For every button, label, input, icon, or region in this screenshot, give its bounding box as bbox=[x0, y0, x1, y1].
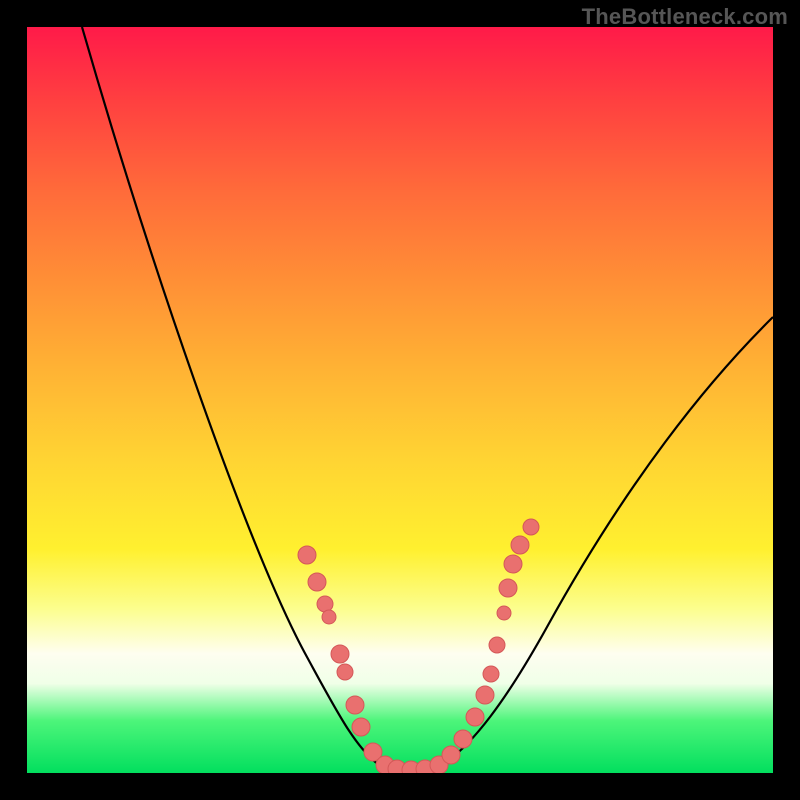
data-point bbox=[483, 666, 499, 682]
data-point bbox=[298, 546, 316, 564]
data-point bbox=[337, 664, 353, 680]
data-point bbox=[346, 696, 364, 714]
data-point bbox=[497, 606, 511, 620]
dot-group bbox=[298, 519, 539, 773]
data-point bbox=[499, 579, 517, 597]
data-point bbox=[442, 746, 460, 764]
curve-group bbox=[82, 27, 773, 770]
data-point bbox=[331, 645, 349, 663]
watermark-text: TheBottleneck.com bbox=[582, 4, 788, 30]
data-point bbox=[308, 573, 326, 591]
data-point bbox=[504, 555, 522, 573]
data-point bbox=[454, 730, 472, 748]
data-point bbox=[489, 637, 505, 653]
data-point bbox=[352, 718, 370, 736]
data-point bbox=[523, 519, 539, 535]
data-point bbox=[511, 536, 529, 554]
chart-plot-area bbox=[27, 27, 773, 773]
data-point bbox=[466, 708, 484, 726]
data-point bbox=[317, 596, 333, 612]
data-point bbox=[476, 686, 494, 704]
data-point bbox=[322, 610, 336, 624]
chart-svg bbox=[27, 27, 773, 773]
